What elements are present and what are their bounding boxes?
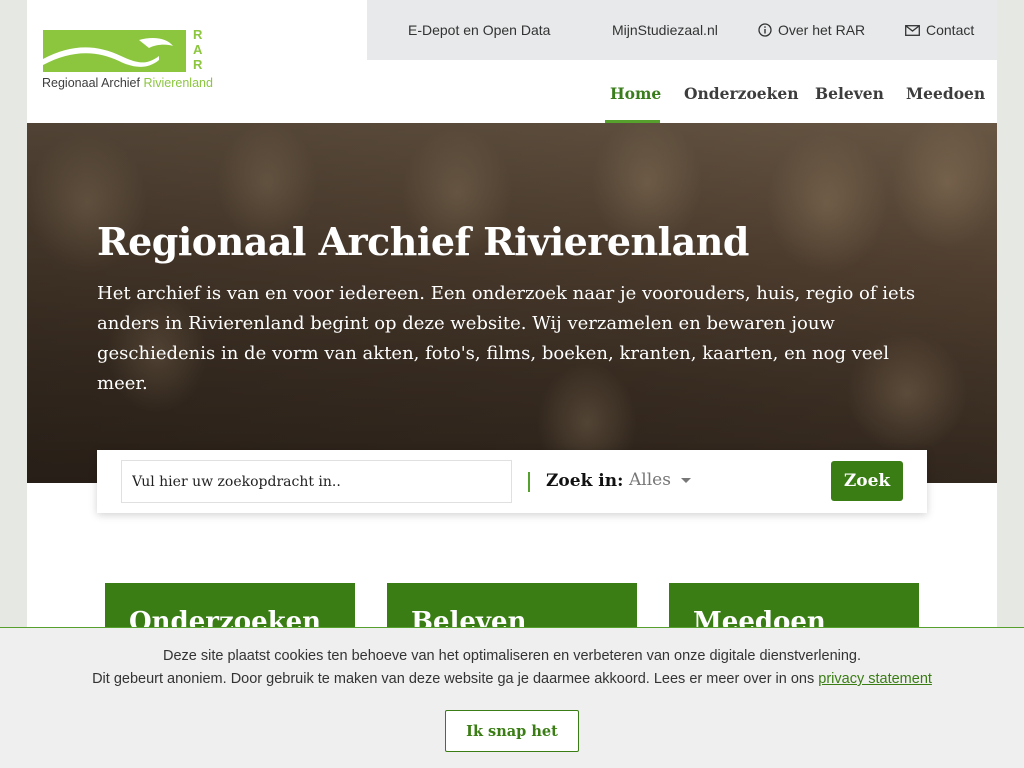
- search-divider: [528, 472, 530, 492]
- search-button[interactable]: Zoek: [831, 461, 903, 501]
- edepot-label: E-Depot en Open Data: [408, 22, 551, 38]
- contact-label: Contact: [926, 22, 975, 38]
- over-rar-label: Over het RAR: [778, 22, 866, 38]
- info-icon: [758, 23, 772, 37]
- privacy-statement-link[interactable]: privacy statement: [818, 671, 932, 687]
- search-scope-select[interactable]: Alles: [629, 470, 691, 490]
- cookie-text-line2-body: Dit gebeurt anoniem. Door gebruik te mak…: [92, 671, 819, 687]
- cookie-banner: Deze site plaatst cookies ten behoeve va…: [0, 627, 1024, 768]
- zoek-in-label: Zoek in:: [546, 471, 624, 491]
- utility-bar: E-Depot en Open Data MijnStudiezaal.nl O…: [367, 0, 997, 60]
- search-scope-value: Alles: [629, 470, 671, 490]
- logo-letter-r2: R: [193, 57, 203, 72]
- cookie-accept-button[interactable]: Ik snap het: [445, 710, 579, 752]
- mijnstudiezaal-label: MijnStudiezaal.nl: [612, 22, 718, 38]
- hero-banner: Regionaal Archief Rivierenland Het archi…: [27, 123, 997, 483]
- hero-title: Regionaal Archief Rivierenland: [97, 219, 749, 264]
- logo-letter-r1: R: [193, 27, 203, 42]
- edepot-link[interactable]: E-Depot en Open Data: [408, 22, 550, 38]
- nav-item-meedoen[interactable]: Meedoen: [906, 84, 985, 103]
- logo-letter-a: A: [193, 42, 203, 57]
- caret-down-icon: [680, 477, 691, 483]
- logo-wordmark: Regionaal Archief Rivierenland: [42, 76, 213, 90]
- search-panel: Zoek in: Alles Zoek: [97, 450, 927, 513]
- cookie-text-line2: Dit gebeurt anoniem. Door gebruik te mak…: [0, 668, 1024, 691]
- nav-item-home[interactable]: Home: [610, 84, 661, 103]
- mijnstudiezaal-link[interactable]: MijnStudiezaal.nl: [612, 22, 718, 38]
- cookie-text-line1: Deze site plaatst cookies ten behoeve va…: [162, 648, 862, 664]
- nav-item-beleven[interactable]: Beleven: [815, 84, 884, 103]
- logo-name-part1: Regionaal Archief: [42, 76, 144, 90]
- nav-item-onderzoeken[interactable]: Onderzoeken: [684, 84, 799, 103]
- envelope-icon: [905, 24, 920, 36]
- search-input[interactable]: [121, 460, 512, 503]
- hero-intro: Het archief is van en voor iedereen. Een…: [97, 283, 916, 394]
- over-rar-link[interactable]: Over het RAR: [758, 22, 865, 38]
- logo-name-part2: Rivierenland: [143, 76, 213, 90]
- contact-link[interactable]: Contact: [905, 22, 974, 38]
